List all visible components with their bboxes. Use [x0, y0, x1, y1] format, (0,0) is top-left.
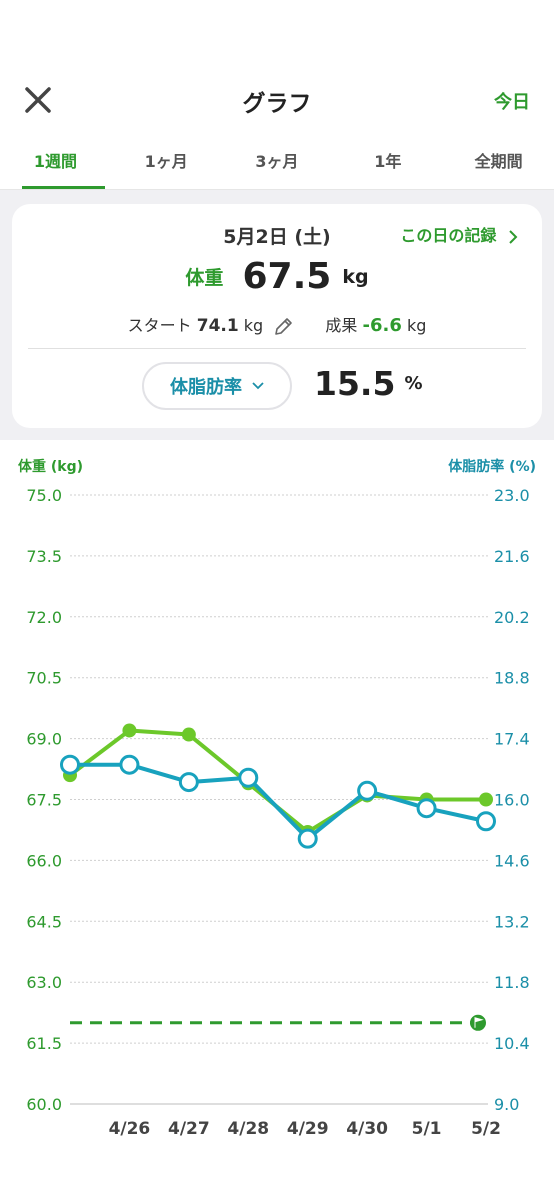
x-tick-label: 4/28 [227, 1119, 269, 1139]
fat-point [357, 780, 378, 801]
fat-point [476, 811, 496, 832]
metric-unit: % [404, 373, 423, 394]
result-value: -6.6 [362, 315, 402, 336]
card-divider [28, 348, 526, 349]
summary-card: 5月2日 (土) この日の記録 体重 67.5 kg スタート 74.1 kg … [12, 204, 542, 428]
pencil-icon[interactable] [272, 316, 294, 338]
start-value: 74.1 [196, 316, 239, 336]
left-tick-label: 63.0 [26, 973, 62, 992]
x-tick-label: 4/27 [168, 1119, 210, 1139]
chevron-down-icon [252, 382, 264, 390]
tab-3-months[interactable]: 3ヶ月 [222, 136, 333, 190]
left-tick-label: 70.5 [26, 669, 62, 688]
left-tick-label: 72.0 [26, 608, 62, 627]
weight-fat-chart: 体重 (kg) 体脂肪率 (%) 75.0 73.5 72.0 70.5 69.0 67.5 6… [18, 458, 536, 1139]
day-record-label: この日の記録 [400, 226, 497, 245]
fat-point [238, 767, 259, 788]
day-record-link[interactable]: この日の記録 [400, 222, 518, 246]
right-tick-label: 16.0 [494, 791, 530, 810]
weight-label: 体重 [185, 267, 224, 289]
right-tick-label: 10.4 [494, 1034, 530, 1053]
fat-point [119, 754, 140, 775]
chevron-right-icon [509, 229, 518, 244]
left-tick-label: 64.5 [26, 912, 62, 931]
metric-selector-button[interactable]: 体脂肪率 [142, 362, 292, 410]
fat-point [416, 798, 437, 819]
x-tick-label: 5/1 [412, 1119, 442, 1139]
metric-value-wrap: 15.5 % [314, 364, 423, 403]
right-tick-label: 17.4 [494, 730, 530, 749]
left-tick-label: 69.0 [26, 730, 62, 749]
right-tick-label: 9.0 [494, 1095, 519, 1114]
weight-point [479, 792, 493, 807]
page-title: グラフ [242, 91, 312, 117]
left-tick-label: 67.5 [26, 791, 62, 810]
x-tick-label: 4/29 [287, 1119, 329, 1139]
metric-value: 15.5 [314, 364, 396, 403]
right-tick-label: 23.0 [494, 486, 530, 505]
result-label: 成果 [325, 316, 358, 335]
x-tick-label: 4/26 [109, 1119, 151, 1139]
right-tick-label: 21.6 [494, 547, 530, 566]
x-tick-label: 4/30 [346, 1119, 388, 1139]
today-button[interactable]: 今日 [494, 88, 530, 114]
weight-row: 体重 67.5 kg [12, 256, 542, 297]
weight-point [122, 723, 137, 738]
left-tick-label: 60.0 [26, 1095, 62, 1114]
left-axis-title: 体重 (kg) [18, 458, 83, 475]
goal-marker [470, 1014, 486, 1031]
right-tick-label: 18.8 [494, 669, 530, 688]
result-unit: kg [406, 316, 427, 335]
left-tick-label: 75.0 [26, 486, 62, 505]
tab-1-week[interactable]: 1週間 [0, 136, 111, 190]
header: グラフ 今日 1週間 1ヶ月 3ヶ月 1年 全期間 [0, 0, 554, 190]
stats-row: スタート 74.1 kg 成果 -6.6 kg [12, 312, 542, 338]
right-tick-label: 20.2 [494, 608, 530, 627]
weight-unit: kg [342, 265, 369, 288]
fat-point [178, 772, 199, 793]
left-tick-label: 61.5 [26, 1034, 62, 1053]
start-label: スタート [127, 316, 192, 335]
tab-1-month[interactable]: 1ヶ月 [111, 136, 222, 190]
fat-point [297, 828, 318, 849]
left-tick-label: 73.5 [26, 547, 62, 566]
period-tabs: 1週間 1ヶ月 3ヶ月 1年 全期間 [0, 136, 554, 190]
right-tick-label: 13.2 [494, 912, 530, 931]
right-tick-label: 11.8 [494, 973, 530, 992]
weight-value: 67.5 [242, 256, 332, 297]
left-tick-label: 66.0 [26, 851, 62, 870]
weight-point [181, 727, 196, 742]
x-tick-label: 5/2 [471, 1119, 501, 1139]
right-axis-title: 体脂肪率 (%) [448, 458, 536, 475]
tab-all-period[interactable]: 全期間 [443, 136, 554, 190]
metric-selector-label: 体脂肪率 [170, 377, 242, 398]
tab-1-year[interactable]: 1年 [332, 136, 443, 190]
right-tick-label: 14.6 [494, 851, 530, 870]
fat-point [60, 754, 80, 775]
start-unit: kg [243, 316, 264, 335]
